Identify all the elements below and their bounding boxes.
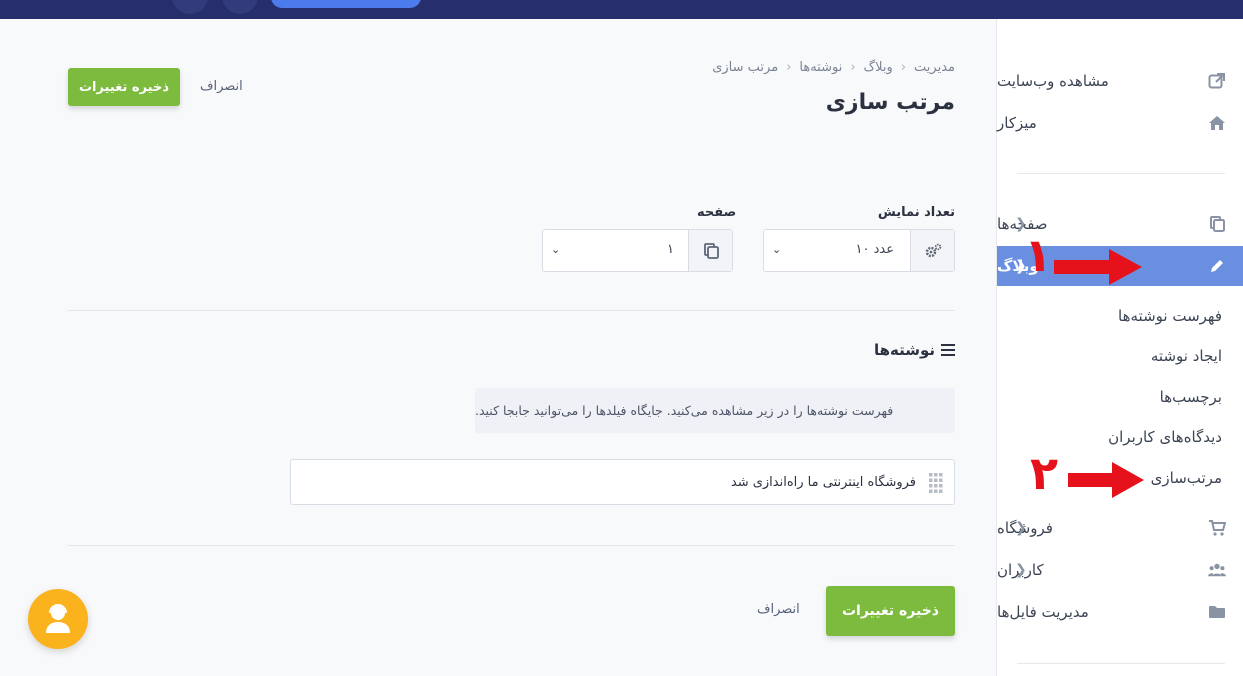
chevron-down-icon: ⌄ <box>551 243 561 256</box>
copy-icon <box>704 243 719 259</box>
copy-icon <box>1210 216 1225 232</box>
breadcrumb-item-current: مرتب سازی <box>712 60 779 75</box>
page-label: صفحه <box>697 205 737 220</box>
sidebar-subitem-label: برچسب‌ها <box>1159 388 1222 406</box>
sidebar-item-users[interactable]: ❮ کاربران <box>997 550 1243 590</box>
navbar-action-button[interactable] <box>271 0 421 8</box>
chevron-down-icon: ⌄ <box>772 243 782 256</box>
annotation-arrow-icon <box>1054 249 1142 285</box>
sidebar-item-label: میزکار <box>997 114 1037 132</box>
list-icon <box>941 344 955 356</box>
cogs-icon <box>925 243 942 258</box>
drag-handle-icon[interactable] <box>929 473 943 493</box>
sidebar-subitem-label: دیدگاه‌های کاربران <box>1108 428 1222 446</box>
sidebar-divider <box>1017 663 1225 664</box>
cart-icon <box>1209 520 1226 536</box>
support-chat-button[interactable] <box>28 589 88 649</box>
breadcrumb-item[interactable]: مدیریت <box>914 60 955 75</box>
sidebar-subitem-create-post[interactable]: ایجاد نوشته <box>997 336 1243 376</box>
posts-section-title: نوشته‌ها <box>874 341 955 359</box>
cancel-link-bottom[interactable]: انصراف <box>757 602 800 617</box>
addon <box>910 230 954 271</box>
annotation-number-1: ۱ <box>1024 228 1053 282</box>
sidebar-subitem-label: ایجاد نوشته <box>1150 347 1222 365</box>
navbar-icon-button[interactable] <box>222 0 258 14</box>
save-button-bottom[interactable]: ذخیره تغییرات <box>826 586 955 636</box>
annotation-number-2: ۲ <box>1030 446 1059 500</box>
page-title: مرتب سازی <box>825 90 955 115</box>
users-icon <box>1208 563 1226 577</box>
sidebar-subitem-label: مرتب‌سازی <box>1150 469 1222 487</box>
navbar-icon-button[interactable] <box>172 0 208 14</box>
page-select[interactable]: ۱ ⌄ <box>542 229 733 272</box>
chevron-left-icon: ❮ <box>1015 562 1027 578</box>
sidebar-divider <box>1017 173 1225 174</box>
display-count-label: تعداد نمایش <box>877 205 955 220</box>
pencil-icon <box>1211 260 1223 272</box>
sidebar-subitem-tags[interactable]: برچسب‌ها <box>997 377 1243 417</box>
folder-icon <box>1209 606 1225 618</box>
divider <box>68 310 955 311</box>
sidebar-item-dashboard[interactable]: میزکار <box>997 103 1243 143</box>
info-alert: فهرست نوشته‌ها را در زیر مشاهده می‌کنید.… <box>475 388 955 433</box>
section-title-text: نوشته‌ها <box>873 341 935 359</box>
sidebar-item-file-manager[interactable]: مدیریت فایل‌ها <box>997 592 1243 632</box>
external-link-icon <box>1208 73 1225 89</box>
sidebar: مشاهده وب‌سایت میزکار ❮ صفحه‌ها ❮ وبلاگ … <box>996 19 1243 676</box>
save-button[interactable]: ذخیره تغییرات <box>68 68 180 106</box>
sidebar-item-shop[interactable]: ❮ فروشگاه <box>997 508 1243 548</box>
breadcrumb: مدیریت‹وبلاگ‹نوشته‌ها‹مرتب سازی <box>712 60 955 75</box>
breadcrumb-item[interactable]: وبلاگ <box>864 60 893 75</box>
addon <box>688 230 732 271</box>
home-icon <box>1209 116 1225 130</box>
sidebar-subitem-post-list[interactable]: فهرست نوشته‌ها <box>997 296 1243 336</box>
page-value: ۱ <box>667 242 674 257</box>
support-agent-icon <box>46 604 70 633</box>
divider <box>68 545 955 546</box>
top-navbar <box>0 0 1243 19</box>
display-count-select[interactable]: ۱۰ عدد ⌄ <box>763 229 955 272</box>
sidebar-item-view-website[interactable]: مشاهده وب‌سایت <box>997 61 1243 101</box>
chevron-left-icon: ❮ <box>1015 520 1027 536</box>
breadcrumb-item[interactable]: نوشته‌ها <box>799 60 842 75</box>
sidebar-item-label: مشاهده وب‌سایت <box>997 72 1109 90</box>
sidebar-item-label: مدیریت فایل‌ها <box>997 603 1089 621</box>
sortable-post-item[interactable]: فروشگاه اینترنتی ما راه‌اندازی شد <box>290 459 955 505</box>
sidebar-subitem-label: فهرست نوشته‌ها <box>1118 307 1222 325</box>
post-title: فروشگاه اینترنتی ما راه‌اندازی شد <box>730 474 916 490</box>
display-count-value: ۱۰ عدد <box>855 242 894 257</box>
annotation-arrow-icon <box>1068 462 1144 498</box>
cancel-link[interactable]: انصراف <box>200 79 243 94</box>
